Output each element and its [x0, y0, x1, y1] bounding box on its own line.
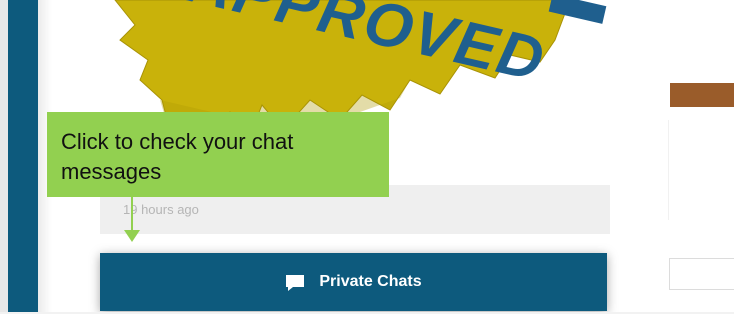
right-column-divider: [668, 120, 669, 220]
tooltip-arrow-icon: [124, 230, 140, 242]
chat-tooltip: Click to check your chat messages: [47, 112, 389, 197]
private-chats-label: Private Chats: [319, 273, 422, 290]
post-timestamp: 19 hours ago: [123, 202, 199, 217]
private-chats-button[interactable]: Private Chats: [100, 253, 607, 311]
left-sidebar-accent: [8, 0, 38, 314]
tooltip-text: Click to check your chat messages: [61, 129, 294, 184]
right-column-image-strip: [670, 83, 734, 107]
chat-bubble-icon: [286, 275, 305, 291]
tooltip-pointer-line: [131, 197, 133, 233]
right-column-input-box[interactable]: [669, 258, 734, 290]
